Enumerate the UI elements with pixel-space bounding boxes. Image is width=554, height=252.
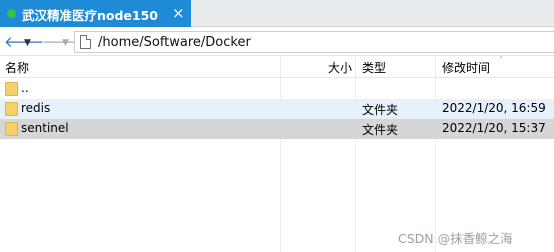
file-list-header: 名称 大小 类型 修改时间 ˇ xyxy=(0,56,554,78)
document-icon xyxy=(80,35,91,49)
column-header-modified[interactable]: 修改时间 xyxy=(442,59,490,76)
column-header-size[interactable]: 大小 xyxy=(328,59,352,76)
session-tab[interactable]: 武汉精准医疗node150 × xyxy=(0,0,191,27)
file-row-sentinel[interactable]: sentinel 文件夹 2022/1/20, 15:37 xyxy=(0,119,554,139)
folder-icon xyxy=(5,102,18,116)
file-row-redis[interactable]: redis 文件夹 2022/1/20, 16:59 xyxy=(0,99,554,119)
path-text: /home/Software/Docker xyxy=(98,35,251,50)
file-modified-time: 2022/1/20, 16:59 xyxy=(442,101,546,115)
folder-icon xyxy=(5,122,18,136)
file-modified-time: 2022/1/20, 15:37 xyxy=(442,121,546,135)
path-address-field[interactable]: /home/Software/Docker xyxy=(74,31,554,53)
file-name: sentinel xyxy=(21,121,69,135)
file-type: 文件夹 xyxy=(362,123,399,137)
file-row-parent[interactable]: .. xyxy=(0,79,554,99)
file-name: .. xyxy=(21,81,29,95)
file-name: redis xyxy=(21,101,51,115)
sort-indicator-icon: ˇ xyxy=(499,56,503,65)
close-tab-icon[interactable]: × xyxy=(172,4,185,22)
navigation-bar: 🡐 ▼ 🡒 ▼ /home/Software/Docker xyxy=(0,28,554,56)
column-header-type[interactable]: 类型 xyxy=(362,59,386,76)
column-header-name[interactable]: 名称 xyxy=(5,59,29,76)
session-tab-title: 武汉精准医疗node150 xyxy=(22,8,159,23)
file-type: 文件夹 xyxy=(362,103,399,117)
connection-status-icon xyxy=(7,9,16,18)
folder-icon xyxy=(5,82,18,96)
tab-strip: 武汉精准医疗node150 × xyxy=(0,0,554,27)
watermark-text: CSDN @抹香鲸之海 xyxy=(398,231,513,246)
back-history-dropdown-icon[interactable]: ▼ xyxy=(24,34,31,52)
forward-history-dropdown-icon[interactable]: ▼ xyxy=(62,34,69,52)
